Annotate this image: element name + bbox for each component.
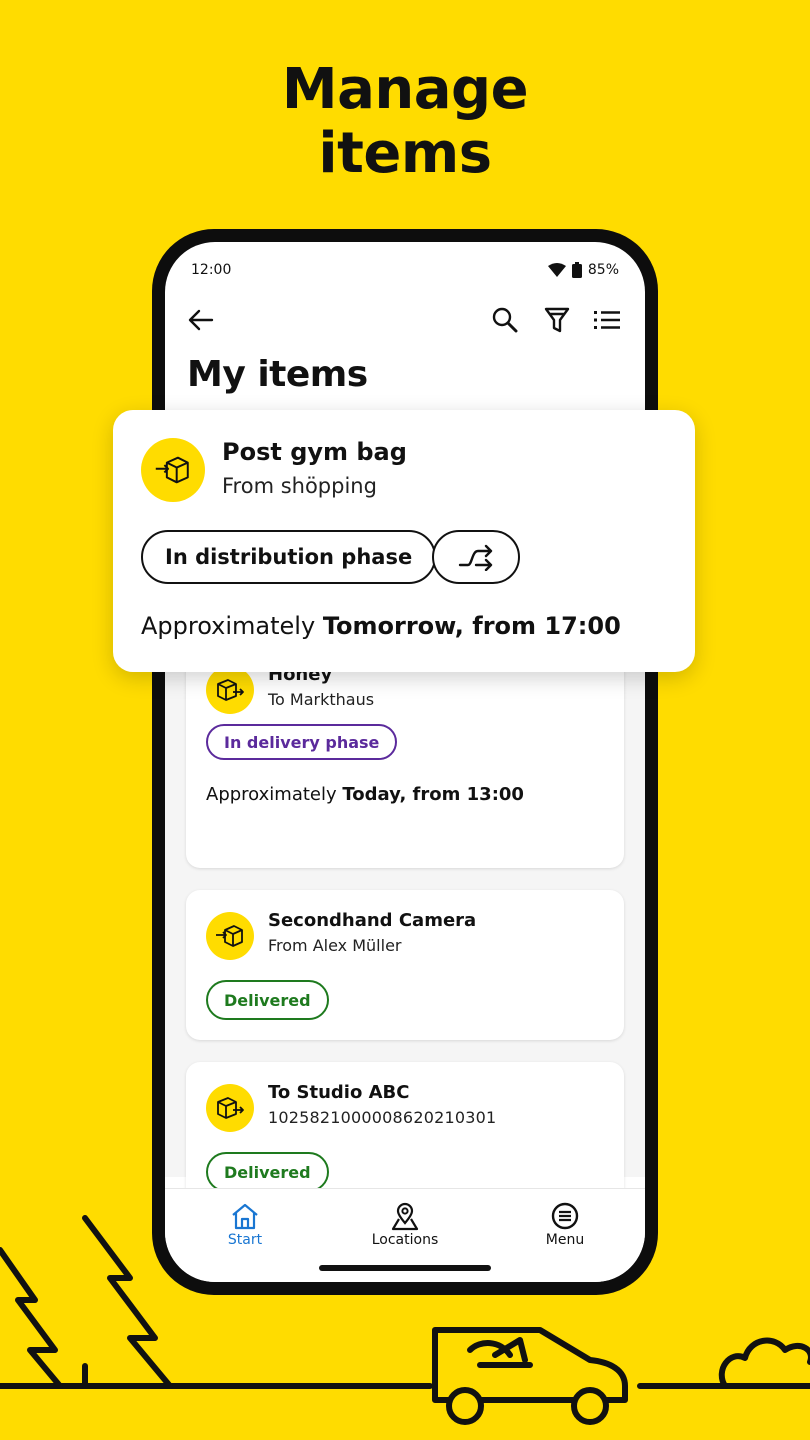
arrow-left-icon xyxy=(188,309,214,331)
headline: Manage items xyxy=(0,58,810,186)
incoming-package-icon xyxy=(155,456,189,484)
featured-eta: Approximately Tomorrow, from 17:00 xyxy=(141,612,621,640)
item-card[interactable]: Secondhand Camera From Alex Müller Deliv… xyxy=(186,890,624,1040)
redirect-button[interactable] xyxy=(432,530,520,584)
wifi-icon xyxy=(547,263,566,277)
item-eta: Approximately Today, from 13:00 xyxy=(206,784,524,805)
item-title: Secondhand Camera xyxy=(268,910,477,931)
battery-icon xyxy=(571,262,582,278)
item-subtitle: From Alex Müller xyxy=(268,936,402,955)
item-avatar xyxy=(206,912,254,960)
eta-value: Tomorrow, from 17:00 xyxy=(322,612,621,640)
scenery-illustration xyxy=(0,1215,810,1425)
app-bar xyxy=(165,300,645,344)
tree-icon xyxy=(0,1247,63,1389)
incoming-package-icon xyxy=(216,925,243,947)
status-badge: In distribution phase xyxy=(141,530,437,584)
item-card[interactable]: Honey To Markthaus In delivery phase App… xyxy=(186,644,624,868)
headline-line-1: Manage xyxy=(281,57,529,122)
featured-item-card[interactable]: Post gym bag From shöpping In distributi… xyxy=(113,410,695,672)
outgoing-package-icon xyxy=(217,1097,244,1119)
item-title: To Studio ABC xyxy=(268,1082,410,1103)
featured-subtitle: From shöpping xyxy=(222,474,377,498)
search-button[interactable] xyxy=(485,300,525,340)
item-subtitle: To Markthaus xyxy=(268,690,375,709)
featured-title: Post gym bag xyxy=(222,438,407,466)
featured-avatar xyxy=(141,438,205,502)
outgoing-package-icon xyxy=(217,679,244,701)
headline-line-2: items xyxy=(318,121,492,186)
back-button[interactable] xyxy=(181,300,221,340)
phone-screen: 12:00 85% My items Honey To Markthaus In… xyxy=(165,242,645,1282)
filter-icon xyxy=(544,307,570,333)
eta-prefix: Approximately xyxy=(206,784,337,805)
battery-level: 85% xyxy=(587,262,619,278)
bush-icon xyxy=(718,1337,810,1389)
item-avatar xyxy=(206,666,254,714)
status-icons: 85% xyxy=(547,262,619,278)
status-badge: Delivered xyxy=(206,980,329,1020)
item-subtitle: 1025821000008620210301 xyxy=(268,1108,497,1127)
status-bar: 12:00 85% xyxy=(165,242,645,282)
status-badge: In delivery phase xyxy=(206,724,398,760)
filter-button[interactable] xyxy=(537,300,577,340)
list-view-button[interactable] xyxy=(587,300,627,340)
delivery-van-icon xyxy=(432,1327,628,1425)
status-time: 12:00 xyxy=(191,262,232,278)
list-icon xyxy=(594,311,620,329)
item-avatar xyxy=(206,1084,254,1132)
redirect-icon xyxy=(458,544,493,571)
page-title: My items xyxy=(187,354,368,395)
eta-value: Today, from 13:00 xyxy=(342,784,524,805)
phone-frame: 12:00 85% My items Honey To Markthaus In… xyxy=(152,229,658,1295)
eta-prefix: Approximately xyxy=(141,612,316,640)
item-card[interactable]: To Studio ABC 1025821000008620210301 Del… xyxy=(186,1062,624,1202)
search-icon xyxy=(492,307,518,333)
status-badge: Delivered xyxy=(206,1152,329,1192)
